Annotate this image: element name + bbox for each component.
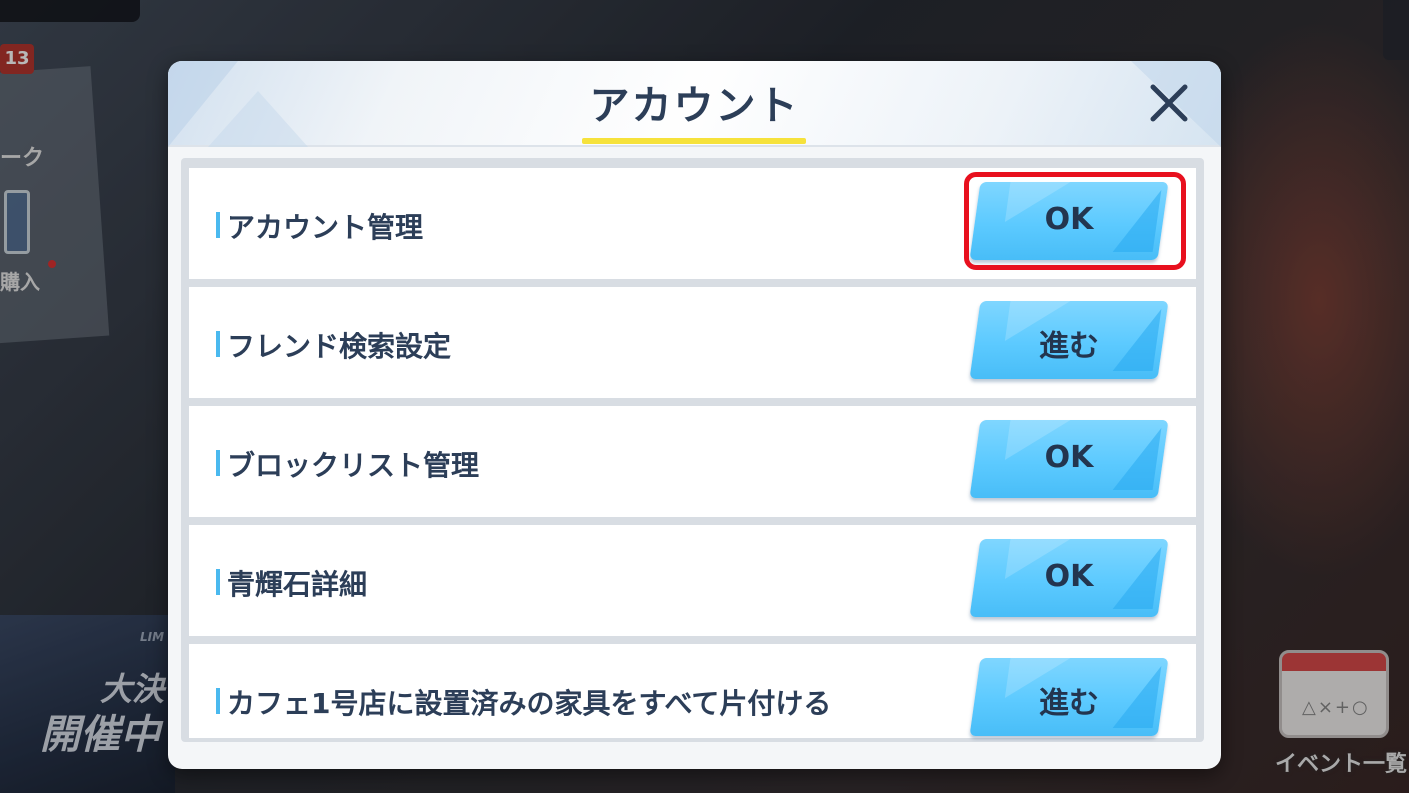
title-underline: [582, 138, 806, 144]
friend-search-button[interactable]: 進む: [969, 301, 1169, 379]
dialog-title: アカウント: [589, 83, 800, 129]
settings-list: アカウント管理 OK フレンド検索設定 進む ブロックリスト管理 OK 青輝石詳…: [181, 158, 1204, 742]
pyroxene-details-button[interactable]: OK: [969, 539, 1169, 617]
list-item-block-list: ブロックリスト管理 OK: [189, 406, 1196, 517]
row-label: 青輝石詳細: [227, 568, 368, 601]
button-label: OK: [1044, 202, 1094, 237]
close-icon: [1150, 84, 1188, 122]
row-accent-bar: [216, 450, 220, 476]
button-label: OK: [1044, 440, 1094, 475]
close-button[interactable]: [1145, 79, 1193, 127]
button-label: 進む: [1039, 329, 1099, 364]
list-item-account-management: アカウント管理 OK: [189, 168, 1196, 279]
row-label: ブロックリスト管理: [227, 449, 480, 482]
cafe-furniture-button[interactable]: 進む: [969, 658, 1169, 736]
block-list-button[interactable]: OK: [969, 420, 1169, 498]
list-item-friend-search: フレンド検索設定 進む: [189, 287, 1196, 398]
row-label: アカウント管理: [227, 211, 424, 244]
button-label: 進む: [1039, 686, 1099, 721]
row-accent-bar: [216, 331, 220, 357]
list-item-pyroxene-details: 青輝石詳細 OK: [189, 525, 1196, 636]
row-accent-bar: [216, 212, 220, 238]
row-accent-bar: [216, 688, 220, 714]
dialog-header: アカウント: [168, 61, 1221, 147]
button-label: OK: [1044, 559, 1094, 594]
list-item-cafe-furniture: カフェ1号店に設置済みの家具をすべて片付ける 進む: [189, 644, 1196, 738]
account-dialog: アカウント アカウント管理 OK フレンド検索設定 進む ブロックリスト管理 O…: [168, 61, 1221, 769]
row-label: カフェ1号店に設置済みの家具をすべて片付ける: [227, 687, 832, 720]
account-management-button[interactable]: OK: [969, 182, 1169, 260]
row-accent-bar: [216, 569, 220, 595]
row-label: フレンド検索設定: [227, 330, 452, 363]
